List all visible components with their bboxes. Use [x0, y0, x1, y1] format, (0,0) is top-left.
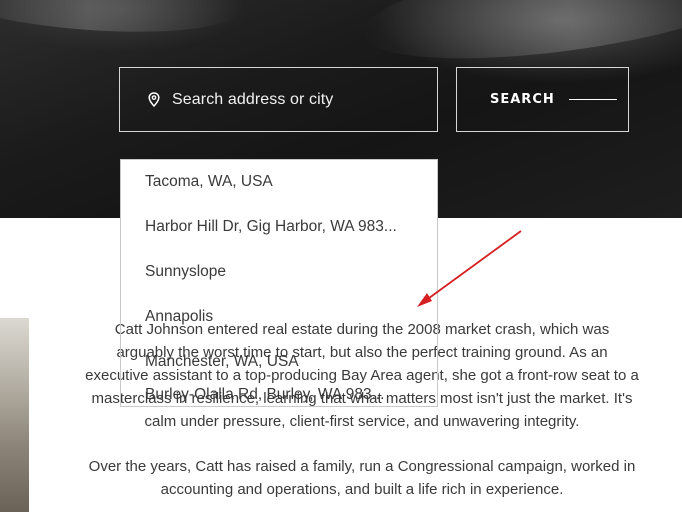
suggestion-item[interactable]: Annapolis — [145, 308, 415, 326]
hero-background-streak — [0, 0, 242, 41]
search-input[interactable]: Search address or city — [119, 67, 438, 132]
search-button[interactable]: SEARCH — [456, 67, 629, 132]
suggestion-item[interactable]: Sunnyslope — [145, 263, 415, 281]
suggestion-item[interactable]: Harbor Hill Dr, Gig Harbor, WA 983... — [145, 218, 415, 236]
bio-paragraph: Over the years, Catt has raised a family… — [88, 458, 636, 498]
address-suggestions-dropdown: Tacoma, WA, USA Harbor Hill Dr, Gig Harb… — [120, 159, 438, 407]
search-button-label: SEARCH — [490, 92, 555, 107]
location-pin-icon — [148, 92, 162, 108]
search-button-line — [568, 99, 617, 100]
search-placeholder: Search address or city — [172, 90, 334, 108]
suggestion-item[interactable]: Burley-Olalla Rd, Burley, WA 983... — [145, 386, 415, 406]
suggestion-item[interactable]: Manchester, WA, USA — [145, 353, 415, 371]
suggestion-item[interactable]: Tacoma, WA, USA — [145, 173, 415, 191]
side-photo — [0, 318, 29, 512]
